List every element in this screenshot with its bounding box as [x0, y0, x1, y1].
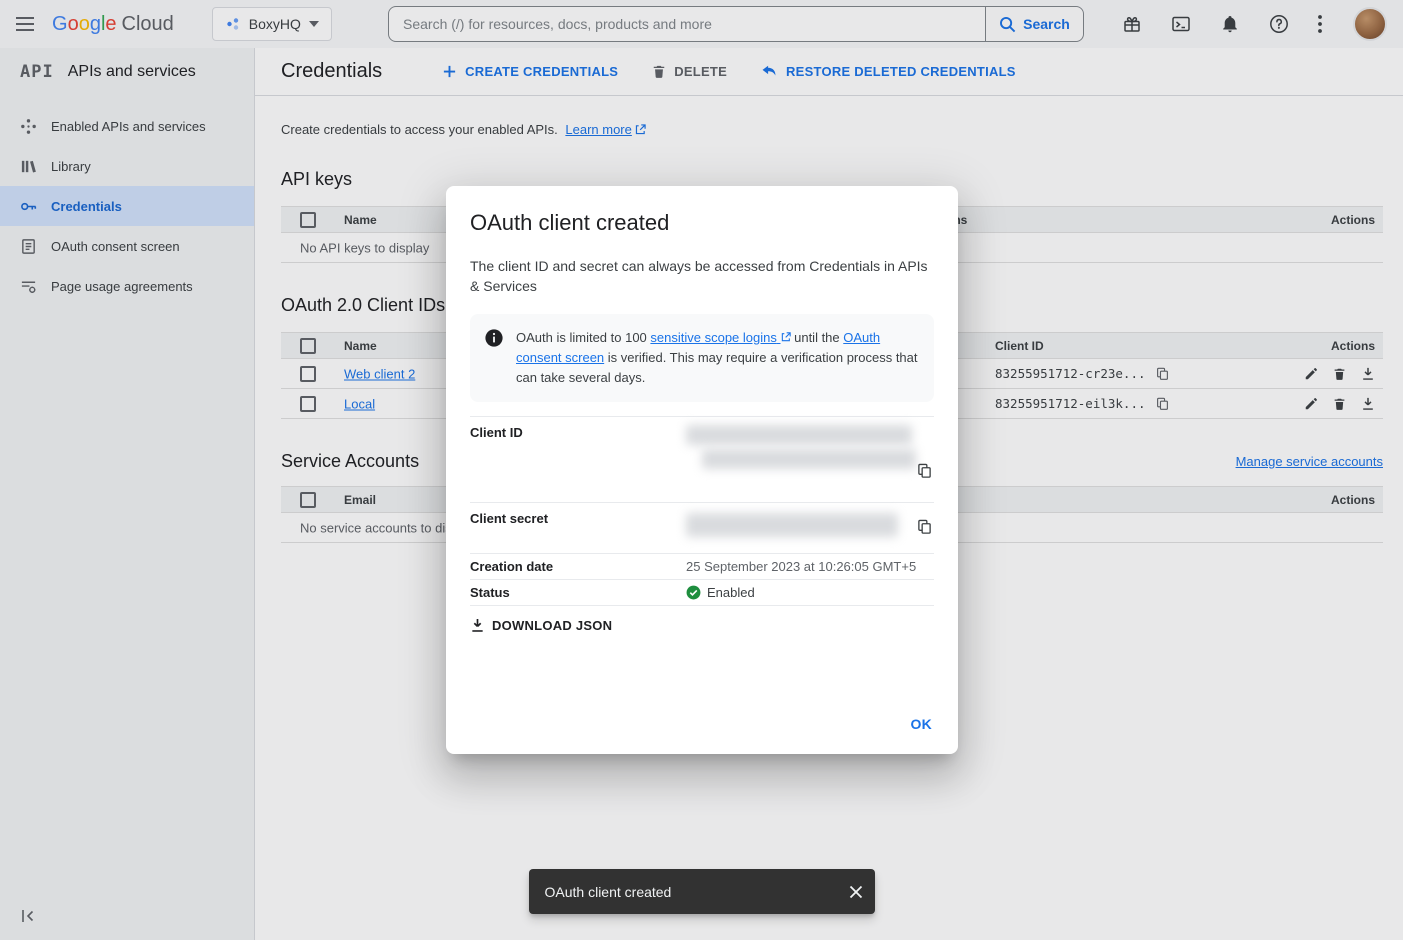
close-icon [849, 885, 863, 899]
client-id-value-redacted [702, 449, 916, 469]
snackbar: OAuth client created [529, 869, 875, 914]
download-icon [470, 618, 485, 633]
client-id-value-redacted [686, 425, 912, 445]
creation-date-value: 25 September 2023 at 10:26:05 GMT+5 [686, 559, 934, 574]
status-label: Status [470, 585, 686, 600]
client-secret-row: Client secret [470, 502, 934, 553]
dialog-body-text: The client ID and secret can always be a… [470, 256, 934, 296]
download-json-label: DOWNLOAD JSON [492, 618, 612, 633]
snackbar-close-button[interactable] [845, 881, 867, 903]
info-icon [484, 328, 504, 388]
sensitive-scope-logins-link[interactable]: sensitive scope logins [650, 330, 790, 345]
copy-client-id-button[interactable] [915, 461, 934, 481]
client-secret-value-redacted [686, 513, 898, 537]
notice-text: OAuth is limited to 100 [516, 330, 650, 345]
client-id-row: Client ID [470, 416, 934, 502]
client-id-label: Client ID [470, 425, 686, 494]
copy-icon [917, 463, 932, 479]
copy-icon [917, 519, 932, 535]
dialog-title: OAuth client created [470, 210, 934, 236]
oauth-client-created-dialog: OAuth client created The client ID and s… [446, 186, 958, 754]
status-row: Status Enabled [470, 579, 934, 606]
oauth-limit-notice: OAuth is limited to 100 sensitive scope … [470, 314, 934, 402]
notice-link-label: sensitive scope logins [650, 330, 776, 345]
ok-button[interactable]: OK [911, 716, 933, 732]
snackbar-message: OAuth client created [545, 884, 845, 900]
notice-text: until the [791, 330, 844, 345]
copy-client-secret-button[interactable] [915, 517, 934, 537]
check-circle-icon [686, 585, 701, 600]
status-value: Enabled [707, 585, 755, 600]
download-json-button[interactable]: DOWNLOAD JSON [470, 618, 612, 633]
creation-date-label: Creation date [470, 559, 686, 574]
creation-date-row: Creation date 25 September 2023 at 10:26… [470, 553, 934, 579]
client-secret-label: Client secret [470, 511, 686, 545]
